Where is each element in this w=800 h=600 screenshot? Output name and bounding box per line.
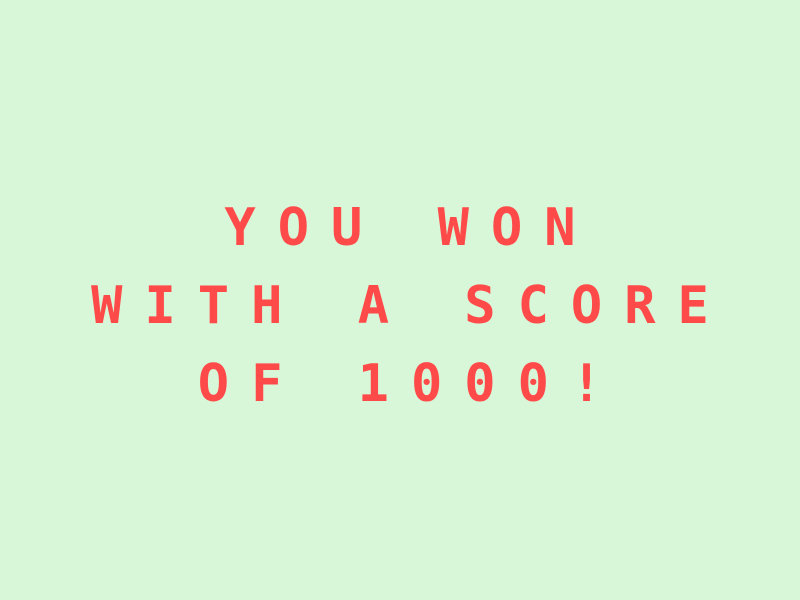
win-message-line-3: OF 1000! <box>197 354 625 414</box>
win-message-line-2: WITH A SCORE <box>91 276 731 336</box>
game-over-screen: YOU WON WITH A SCORE OF 1000! <box>0 0 800 600</box>
win-message-line-1: YOU WON <box>224 198 598 258</box>
win-message: YOU WON WITH A SCORE OF 1000! <box>0 0 800 600</box>
